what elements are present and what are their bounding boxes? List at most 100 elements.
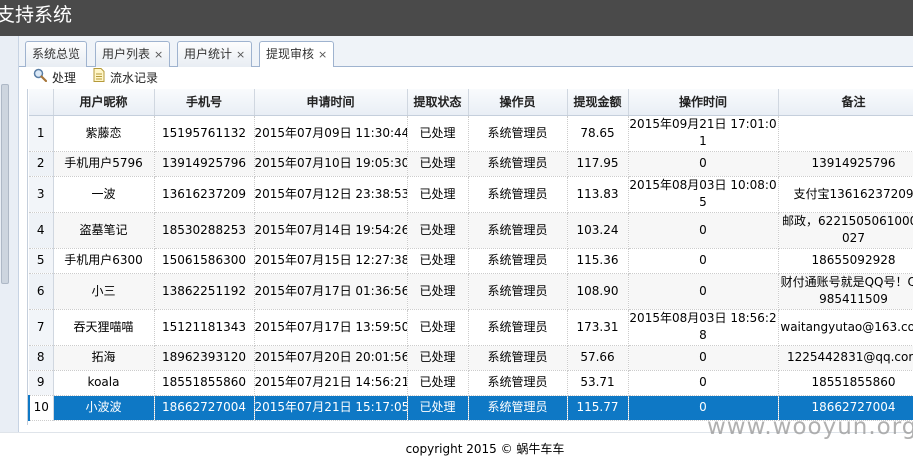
column-header-amount[interactable]: 提现金额 bbox=[567, 89, 629, 116]
table-row[interactable]: 2 手机用户5796 13914925796 2015年07月10日 19:05:30… bbox=[29, 151, 913, 177]
table-row[interactable]: 1 紫藤恋 15195761132 2015年07月09日 11:30:44 已处理 系统… bbox=[29, 115, 913, 152]
amount-cell: 115.77 bbox=[567, 395, 629, 421]
column-header-phone[interactable]: 手机号 bbox=[154, 89, 255, 116]
column-header-apply-time[interactable]: 申请时间 bbox=[254, 89, 408, 116]
operator-cell: 系统管理员 bbox=[468, 212, 568, 249]
phone-cell: 18530288253 bbox=[154, 212, 255, 249]
toolbar: 处理 流水记录 bbox=[27, 67, 913, 89]
column-header-status[interactable]: 提取状态 bbox=[407, 89, 469, 116]
operator-cell: 系统管理员 bbox=[468, 370, 568, 396]
left-scrollbar[interactable] bbox=[1, 84, 9, 284]
operator-cell: 系统管理员 bbox=[468, 395, 568, 421]
status-cell: 已处理 bbox=[407, 151, 469, 177]
column-header-op-time[interactable]: 操作时间 bbox=[628, 89, 779, 116]
amount-cell: 57.66 bbox=[567, 345, 629, 371]
operator-cell: 系统管理员 bbox=[468, 248, 568, 274]
table-row[interactable]: 3 一波 13616237209 2015年07月12日 23:38:53 已处理 系统管… bbox=[29, 176, 913, 213]
apply-time-cell: 2015年07月21日 15:17:05 bbox=[254, 395, 408, 421]
operator-cell: 系统管理员 bbox=[468, 273, 568, 310]
tab-label: 系统总览 bbox=[32, 47, 81, 61]
log-records-button[interactable]: 流水记录 bbox=[93, 67, 158, 88]
tab-user-stats[interactable]: 用户统计 × bbox=[177, 41, 253, 67]
op-time-cell: 0 bbox=[628, 370, 779, 396]
table-row[interactable]: 4 盗墓笔记 18530288253 2015年07月14日 19:54:26 已处理系… bbox=[29, 212, 913, 249]
apply-time-cell: 2015年07月15日 12:27:38 bbox=[254, 248, 408, 274]
apply-time-cell: 2015年07月09日 11:30:44 bbox=[254, 115, 408, 152]
row-number: 1 bbox=[29, 115, 54, 152]
operator-cell: 系统管理员 bbox=[468, 176, 568, 213]
column-header-rownum bbox=[29, 89, 54, 116]
nickname-cell: 紫藤恋 bbox=[53, 115, 155, 152]
table-row[interactable]: 9 koala 18551855860 2015年07月21日 14:56:21 已处理… bbox=[29, 370, 913, 396]
tab-system-overview[interactable]: 系统总览 bbox=[25, 41, 88, 67]
status-cell: 已处理 bbox=[407, 395, 469, 421]
status-cell: 已处理 bbox=[407, 309, 469, 346]
tab-label: 用户统计 bbox=[184, 47, 233, 61]
close-icon[interactable]: × bbox=[318, 48, 327, 61]
note-cell: 18655092928 bbox=[778, 248, 913, 274]
row-number: 2 bbox=[29, 151, 54, 177]
op-time-cell: 2015年08月03日 18:56:28 bbox=[628, 309, 779, 346]
close-icon[interactable]: × bbox=[236, 48, 245, 61]
status-cell: 已处理 bbox=[407, 248, 469, 274]
row-number: 4 bbox=[29, 212, 54, 249]
phone-cell: 15195761132 bbox=[154, 115, 255, 152]
amount-cell: 108.90 bbox=[567, 273, 629, 310]
row-number: 8 bbox=[29, 345, 54, 371]
app-title: 支持系统 bbox=[0, 4, 73, 26]
operator-cell: 系统管理员 bbox=[468, 309, 568, 346]
note-cell: 13914925796 bbox=[778, 151, 913, 177]
phone-cell: 18551855860 bbox=[154, 370, 255, 396]
column-header-operator[interactable]: 操作员 bbox=[468, 89, 568, 116]
column-header-note[interactable]: 备注 bbox=[778, 89, 913, 116]
row-number: 6 bbox=[29, 273, 54, 310]
watermark: www.wooyun.org bbox=[707, 414, 913, 440]
apply-time-cell: 2015年07月14日 19:54:26 bbox=[254, 212, 408, 249]
tab-label: 用户列表 bbox=[102, 47, 151, 61]
table-row[interactable]: 8 拓海 18962393120 2015年07月20日 20:01:56 已处理 系统管… bbox=[29, 345, 913, 371]
document-icon bbox=[93, 67, 105, 88]
process-button[interactable]: 处理 bbox=[33, 68, 76, 88]
tab-label: 提现审核 bbox=[266, 47, 315, 61]
table-row[interactable]: 5 手机用户6300 15061586300 2015年07月15日 12:27:38… bbox=[29, 248, 913, 274]
note-cell bbox=[778, 115, 913, 152]
op-time-cell: 0 bbox=[628, 345, 779, 371]
phone-cell: 13914925796 bbox=[154, 151, 255, 177]
op-time-cell: 2015年09月21日 17:01:01 bbox=[628, 115, 779, 152]
row-number: 5 bbox=[29, 248, 54, 274]
phone-cell: 13862251192 bbox=[154, 273, 255, 310]
nickname-cell: 吞天狸喵喵 bbox=[53, 309, 155, 346]
status-cell: 已处理 bbox=[407, 176, 469, 213]
status-cell: 已处理 bbox=[407, 115, 469, 152]
close-icon[interactable]: × bbox=[154, 48, 163, 61]
apply-time-cell: 2015年07月10日 19:05:30 bbox=[254, 151, 408, 177]
operator-cell: 系统管理员 bbox=[468, 151, 568, 177]
table-row[interactable]: 6 小三 13862251192 2015年07月17日 01:36:56 已处理 系统管… bbox=[29, 273, 913, 310]
amount-cell: 53.71 bbox=[567, 370, 629, 396]
amount-cell: 117.95 bbox=[567, 151, 629, 177]
amount-cell: 113.83 bbox=[567, 176, 629, 213]
note-cell: 财付通账号就是QQ号！QQ985411509 bbox=[778, 273, 913, 310]
column-header-nickname[interactable]: 用户昵称 bbox=[53, 89, 155, 116]
nickname-cell: 小三 bbox=[53, 273, 155, 310]
tab-withdraw-review[interactable]: 提现审核 × bbox=[259, 41, 335, 68]
operator-cell: 系统管理员 bbox=[468, 115, 568, 152]
amount-cell: 173.31 bbox=[567, 309, 629, 346]
apply-time-cell: 2015年07月21日 14:56:21 bbox=[254, 370, 408, 396]
apply-time-cell: 2015年07月17日 13:59:50 bbox=[254, 309, 408, 346]
tab-user-list[interactable]: 用户列表 × bbox=[95, 41, 171, 67]
note-cell: 邮政，62215050610009027 bbox=[778, 212, 913, 249]
status-cell: 已处理 bbox=[407, 345, 469, 371]
nickname-cell: 手机用户5796 bbox=[53, 151, 155, 177]
phone-cell: 15061586300 bbox=[154, 248, 255, 274]
left-collapsed-panel bbox=[0, 36, 19, 432]
note-cell: 18551855860 bbox=[778, 370, 913, 396]
nickname-cell: 一波 bbox=[53, 176, 155, 213]
amount-cell: 115.36 bbox=[567, 248, 629, 274]
nickname-cell: 手机用户6300 bbox=[53, 248, 155, 274]
status-cell: 已处理 bbox=[407, 212, 469, 249]
apply-time-cell: 2015年07月12日 23:38:53 bbox=[254, 176, 408, 213]
phone-cell: 18962393120 bbox=[154, 345, 255, 371]
amount-cell: 78.65 bbox=[567, 115, 629, 152]
table-row[interactable]: 7 吞天狸喵喵 15121181343 2015年07月17日 13:59:50 已处理… bbox=[29, 309, 913, 346]
